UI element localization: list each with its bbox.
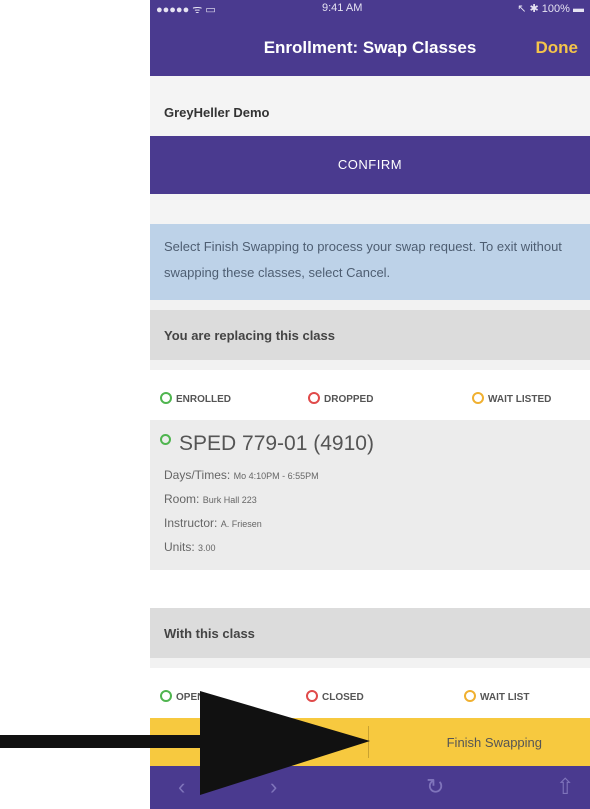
nav-bar: ●●●●● ᯤ ▭ 9:41 AM ↖ ✱ 100% ▬ Enrollment:… <box>150 0 590 76</box>
with-class-heading-text: With this class <box>164 626 255 641</box>
status-legend-replacing: ENROLLED DROPPED WAIT LISTED <box>150 370 590 420</box>
pointer-arrow-icon <box>0 691 370 795</box>
spacer <box>150 570 590 608</box>
signal-indicator: ●●●●● ᯤ ▭ <box>156 4 216 16</box>
replacing-heading-text: You are replacing this class <box>164 328 335 343</box>
replacing-heading: You are replacing this class <box>150 310 590 360</box>
waitlist-icon <box>464 690 476 702</box>
status-bar: ●●●●● ᯤ ▭ 9:41 AM ↖ ✱ 100% ▬ <box>156 2 584 18</box>
class-room: Room: Burk Hall 223 <box>164 492 257 506</box>
reload-icon[interactable]: ↻ <box>426 774 444 800</box>
waitlisted-icon <box>472 392 484 404</box>
legend-enrolled: ENROLLED <box>160 392 231 405</box>
legend-waitlist: WAIT LIST <box>464 690 529 703</box>
clock: 9:41 AM <box>322 2 363 14</box>
finish-swapping-button[interactable]: Finish Swapping <box>447 735 542 750</box>
legend-waitlisted: WAIT LISTED <box>472 392 551 405</box>
battery-indicator: ↖ ✱ 100% ▬ <box>517 3 584 15</box>
institution-row: GreyHeller Demo <box>150 76 590 137</box>
info-text: Select Finish Swapping to process your s… <box>164 239 562 280</box>
confirm-banner: CONFIRM <box>150 136 590 194</box>
class-instructor: Instructor: A. Friesen <box>164 516 262 530</box>
spacer <box>150 194 590 224</box>
share-icon[interactable]: ⇧ <box>556 774 574 800</box>
class-card[interactable]: SPED 779-01 (4910) Days/Times: Mo 4:10PM… <box>150 420 590 570</box>
class-title: SPED 779-01 (4910) <box>160 432 374 456</box>
institution-name: GreyHeller Demo <box>164 105 270 120</box>
enrolled-status-icon <box>160 434 171 445</box>
class-days: Days/Times: Mo 4:10PM - 6:55PM <box>164 468 319 482</box>
done-button[interactable]: Done <box>536 38 579 58</box>
page-title: Enrollment: Swap Classes <box>263 38 477 57</box>
class-units: Units: 3.00 <box>164 540 216 554</box>
info-message: Select Finish Swapping to process your s… <box>150 224 590 300</box>
with-class-heading: With this class <box>150 608 590 658</box>
legend-dropped: DROPPED <box>308 392 373 405</box>
dropped-icon <box>308 392 320 404</box>
enrolled-icon <box>160 392 172 404</box>
